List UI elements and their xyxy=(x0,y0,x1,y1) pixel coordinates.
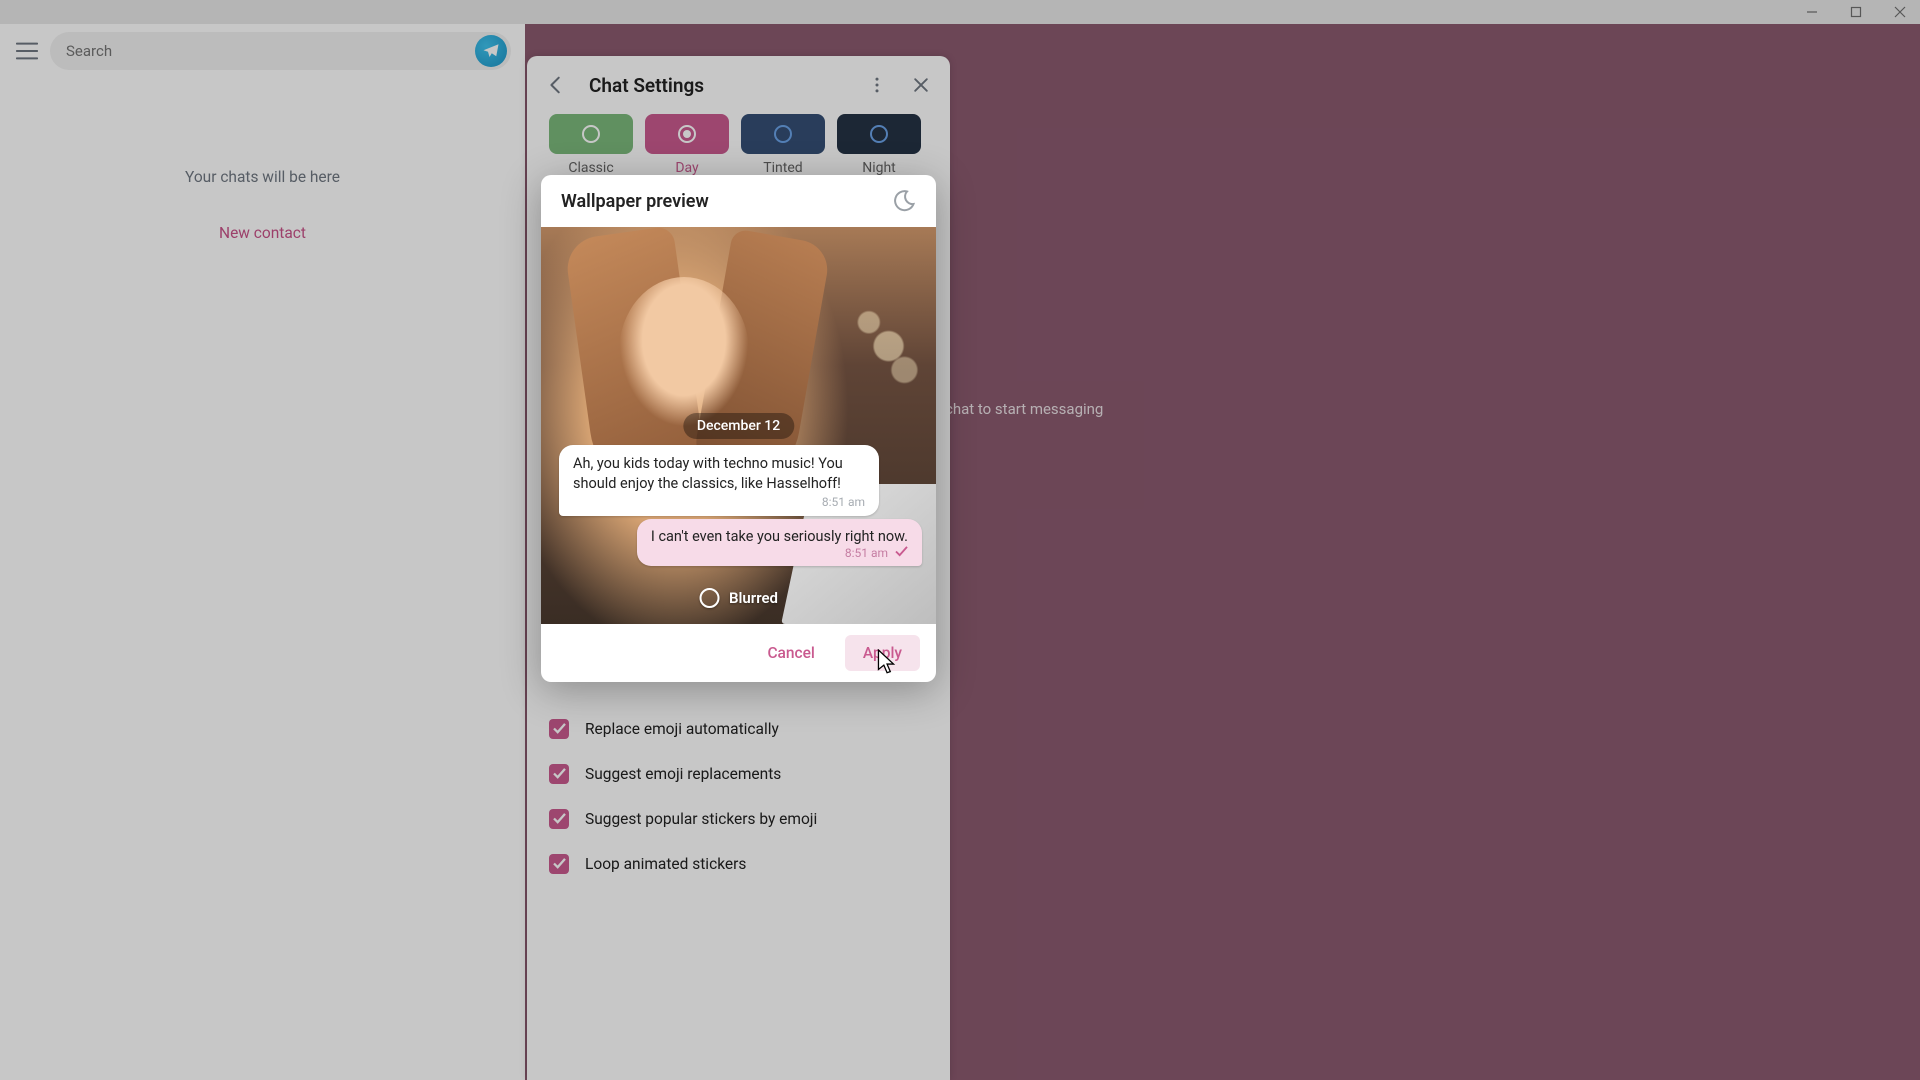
wallpaper-decoration xyxy=(619,277,749,427)
modal-title: Wallpaper preview xyxy=(561,191,892,212)
message-text: I can't even take you seriously right no… xyxy=(651,528,908,545)
blurred-label: Blurred xyxy=(729,589,778,607)
message-bubble-incoming: Ah, you kids today with techno music! Yo… xyxy=(559,445,879,516)
delivered-check-icon xyxy=(895,546,908,560)
message-time-row: 8:51 am xyxy=(651,546,908,560)
modal-actions: Cancel Apply xyxy=(541,624,936,682)
cancel-button[interactable]: Cancel xyxy=(749,635,832,671)
wallpaper-preview-image: December 12 Ah, you kids today with tech… xyxy=(541,227,936,624)
modal-header: Wallpaper preview xyxy=(541,175,936,227)
wallpaper-preview-modal: Wallpaper preview December 12 Ah, you ki… xyxy=(541,175,936,682)
message-bubble-outgoing: I can't even take you seriously right no… xyxy=(637,519,922,566)
modal-backdrop[interactable] xyxy=(0,0,1920,1080)
radio-icon xyxy=(699,588,719,608)
chat-date-badge: December 12 xyxy=(683,413,794,439)
blurred-toggle[interactable]: Blurred xyxy=(699,588,778,608)
moon-icon[interactable] xyxy=(892,189,916,213)
apply-button[interactable]: Apply xyxy=(845,635,920,671)
message-text: Ah, you kids today with techno music! Yo… xyxy=(573,454,865,493)
message-time: 8:51 am xyxy=(845,546,888,560)
message-time: 8:51 am xyxy=(573,494,865,510)
